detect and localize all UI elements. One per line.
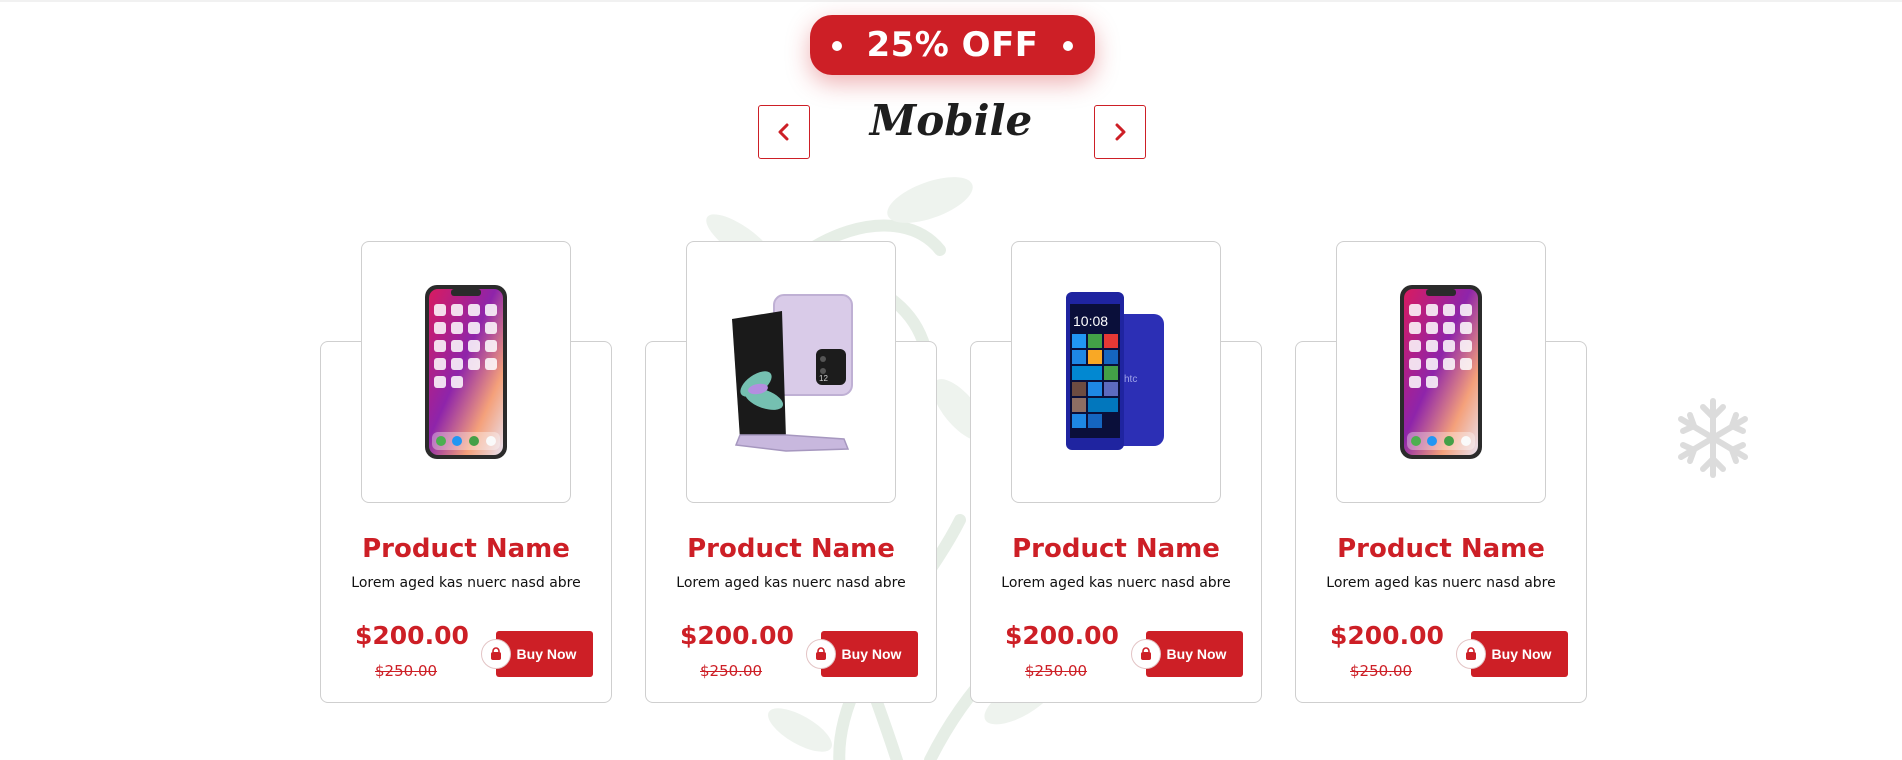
- product-description: Lorem aged kas nuerc nasd abre: [351, 575, 581, 591]
- product-image-frame[interactable]: htc 10:08: [1011, 241, 1221, 503]
- iphone-x-icon: [425, 285, 507, 459]
- product-price: $200.00: [1005, 621, 1119, 650]
- product-description: Lorem aged kas nuerc nasd abre: [1001, 575, 1231, 591]
- prev-category-button[interactable]: [758, 105, 810, 159]
- iphone-x-icon: [1400, 285, 1482, 459]
- badge-dot-left: [832, 41, 842, 51]
- discount-text: 25% OFF: [866, 25, 1039, 65]
- next-category-button[interactable]: [1094, 105, 1146, 159]
- svg-text:htc: htc: [1124, 374, 1137, 385]
- product-description: Lorem aged kas nuerc nasd abre: [676, 575, 906, 591]
- product-name: Product Name: [1337, 534, 1545, 564]
- discount-badge: 25% OFF: [810, 15, 1095, 75]
- chevron-right-icon: [1115, 123, 1126, 141]
- shopping-bag-icon: [1131, 639, 1161, 669]
- top-divider: [0, 0, 1902, 2]
- badge-dot-right: [1063, 41, 1073, 51]
- svg-text:12: 12: [819, 374, 828, 383]
- shopping-bag-icon: [1456, 639, 1486, 669]
- snowflake-icon: [1678, 398, 1748, 478]
- chevron-left-icon: [778, 123, 789, 141]
- galaxy-flip-icon: 12: [732, 294, 853, 452]
- product-name: Product Name: [362, 534, 570, 564]
- product-old-price: $250.00: [1350, 662, 1413, 680]
- product-old-price: $250.00: [375, 662, 438, 680]
- product-name: Product Name: [1012, 534, 1220, 564]
- product-image-frame[interactable]: [361, 241, 571, 503]
- shopping-bag-icon: [481, 639, 511, 669]
- htc-windows-phone-icon: htc 10:08: [1066, 292, 1164, 450]
- product-price: $200.00: [680, 621, 794, 650]
- product-image-frame[interactable]: [1336, 241, 1546, 503]
- shopping-bag-icon: [806, 639, 836, 669]
- category-title: Mobile: [869, 96, 1033, 145]
- product-name: Product Name: [687, 534, 895, 564]
- product-price: $200.00: [1330, 621, 1444, 650]
- svg-text:10:08: 10:08: [1073, 313, 1108, 329]
- product-old-price: $250.00: [1025, 662, 1088, 680]
- product-old-price: $250.00: [700, 662, 763, 680]
- product-description: Lorem aged kas nuerc nasd abre: [1326, 575, 1556, 591]
- product-price: $200.00: [355, 621, 469, 650]
- product-image-frame[interactable]: 12: [686, 241, 896, 503]
